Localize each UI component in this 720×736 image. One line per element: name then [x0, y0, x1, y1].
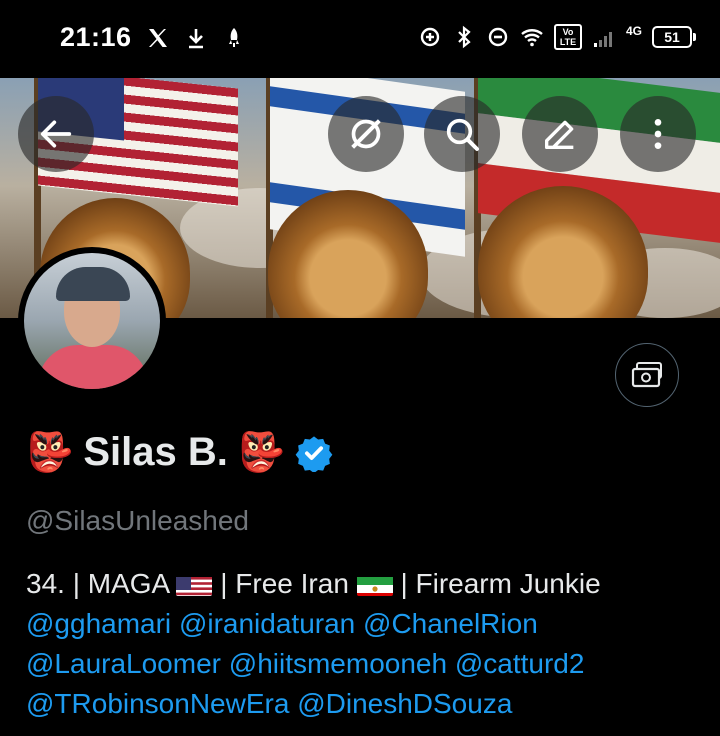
money-icon	[631, 362, 662, 388]
download-icon	[189, 29, 203, 49]
us-flag-emoji	[176, 572, 213, 596]
back-button[interactable]	[18, 96, 94, 172]
name-emoji: 👺	[26, 431, 74, 474]
mention-link[interactable]: @iranidaturan	[179, 608, 355, 639]
mention-link[interactable]: @LauraLoomer	[26, 648, 221, 679]
rocket-icon	[229, 28, 239, 47]
mention-link[interactable]: @hiitsmemooneh	[229, 648, 447, 679]
battery-indicator: 51	[652, 26, 696, 48]
bio-line: 34. | MAGA | Free Iran | Firearm Junkie	[26, 568, 601, 599]
verified-badge-icon[interactable]	[295, 434, 333, 472]
status-time: 21:16	[60, 22, 132, 52]
bio-mentions-line: @gghamari @iranidaturan @ChanelRion	[26, 604, 706, 644]
x-logo-icon	[149, 29, 167, 47]
profile-name: Silas B.	[83, 430, 228, 474]
mention-link[interactable]: @gghamari	[26, 608, 171, 639]
profile-handle: @SilasUnleashed	[26, 505, 249, 536]
search-button[interactable]	[424, 96, 500, 172]
do-not-disturb-icon	[488, 27, 508, 47]
mention-link[interactable]: @ChanelRion	[363, 608, 538, 639]
signal-icon	[593, 32, 612, 47]
bio-mentions-line: @LauraLoomer @hiitsmemooneh @catturd2	[26, 644, 706, 684]
name-emoji: 👺	[237, 431, 286, 474]
edit-icon	[545, 120, 574, 149]
grok-icon	[351, 119, 381, 149]
status-bar: 21:16 Vo LTE 4G 51	[0, 0, 720, 78]
more-button[interactable]	[620, 96, 696, 172]
bio-mentions-line: @TRobinsonNewEra @DineshDSouza	[26, 684, 706, 724]
iran-flag-emoji	[356, 572, 393, 596]
edit-button[interactable]	[522, 96, 598, 172]
network-type: 4G	[625, 24, 642, 38]
volte-indicator: Vo LTE	[553, 24, 582, 50]
arrow-left-icon	[40, 120, 72, 148]
bluetooth-icon	[458, 25, 471, 49]
wifi-icon	[521, 29, 543, 47]
profile-name-row: 👺 Silas B. 👺	[26, 430, 333, 475]
tips-button[interactable]	[615, 343, 679, 407]
avatar-photo	[24, 253, 160, 389]
data-saver-icon	[420, 27, 440, 47]
grok-button[interactable]	[328, 96, 404, 172]
mention-link[interactable]: @TRobinsonNewEra	[26, 688, 289, 719]
more-vertical-icon	[654, 119, 662, 149]
search-icon	[446, 118, 479, 151]
profile-bio: 34. | MAGA | Free Iran | Firearm Junkie …	[26, 564, 706, 724]
avatar[interactable]	[18, 247, 166, 395]
mention-link[interactable]: @DineshDSouza	[297, 688, 512, 719]
mention-link[interactable]: @catturd2	[455, 648, 585, 679]
